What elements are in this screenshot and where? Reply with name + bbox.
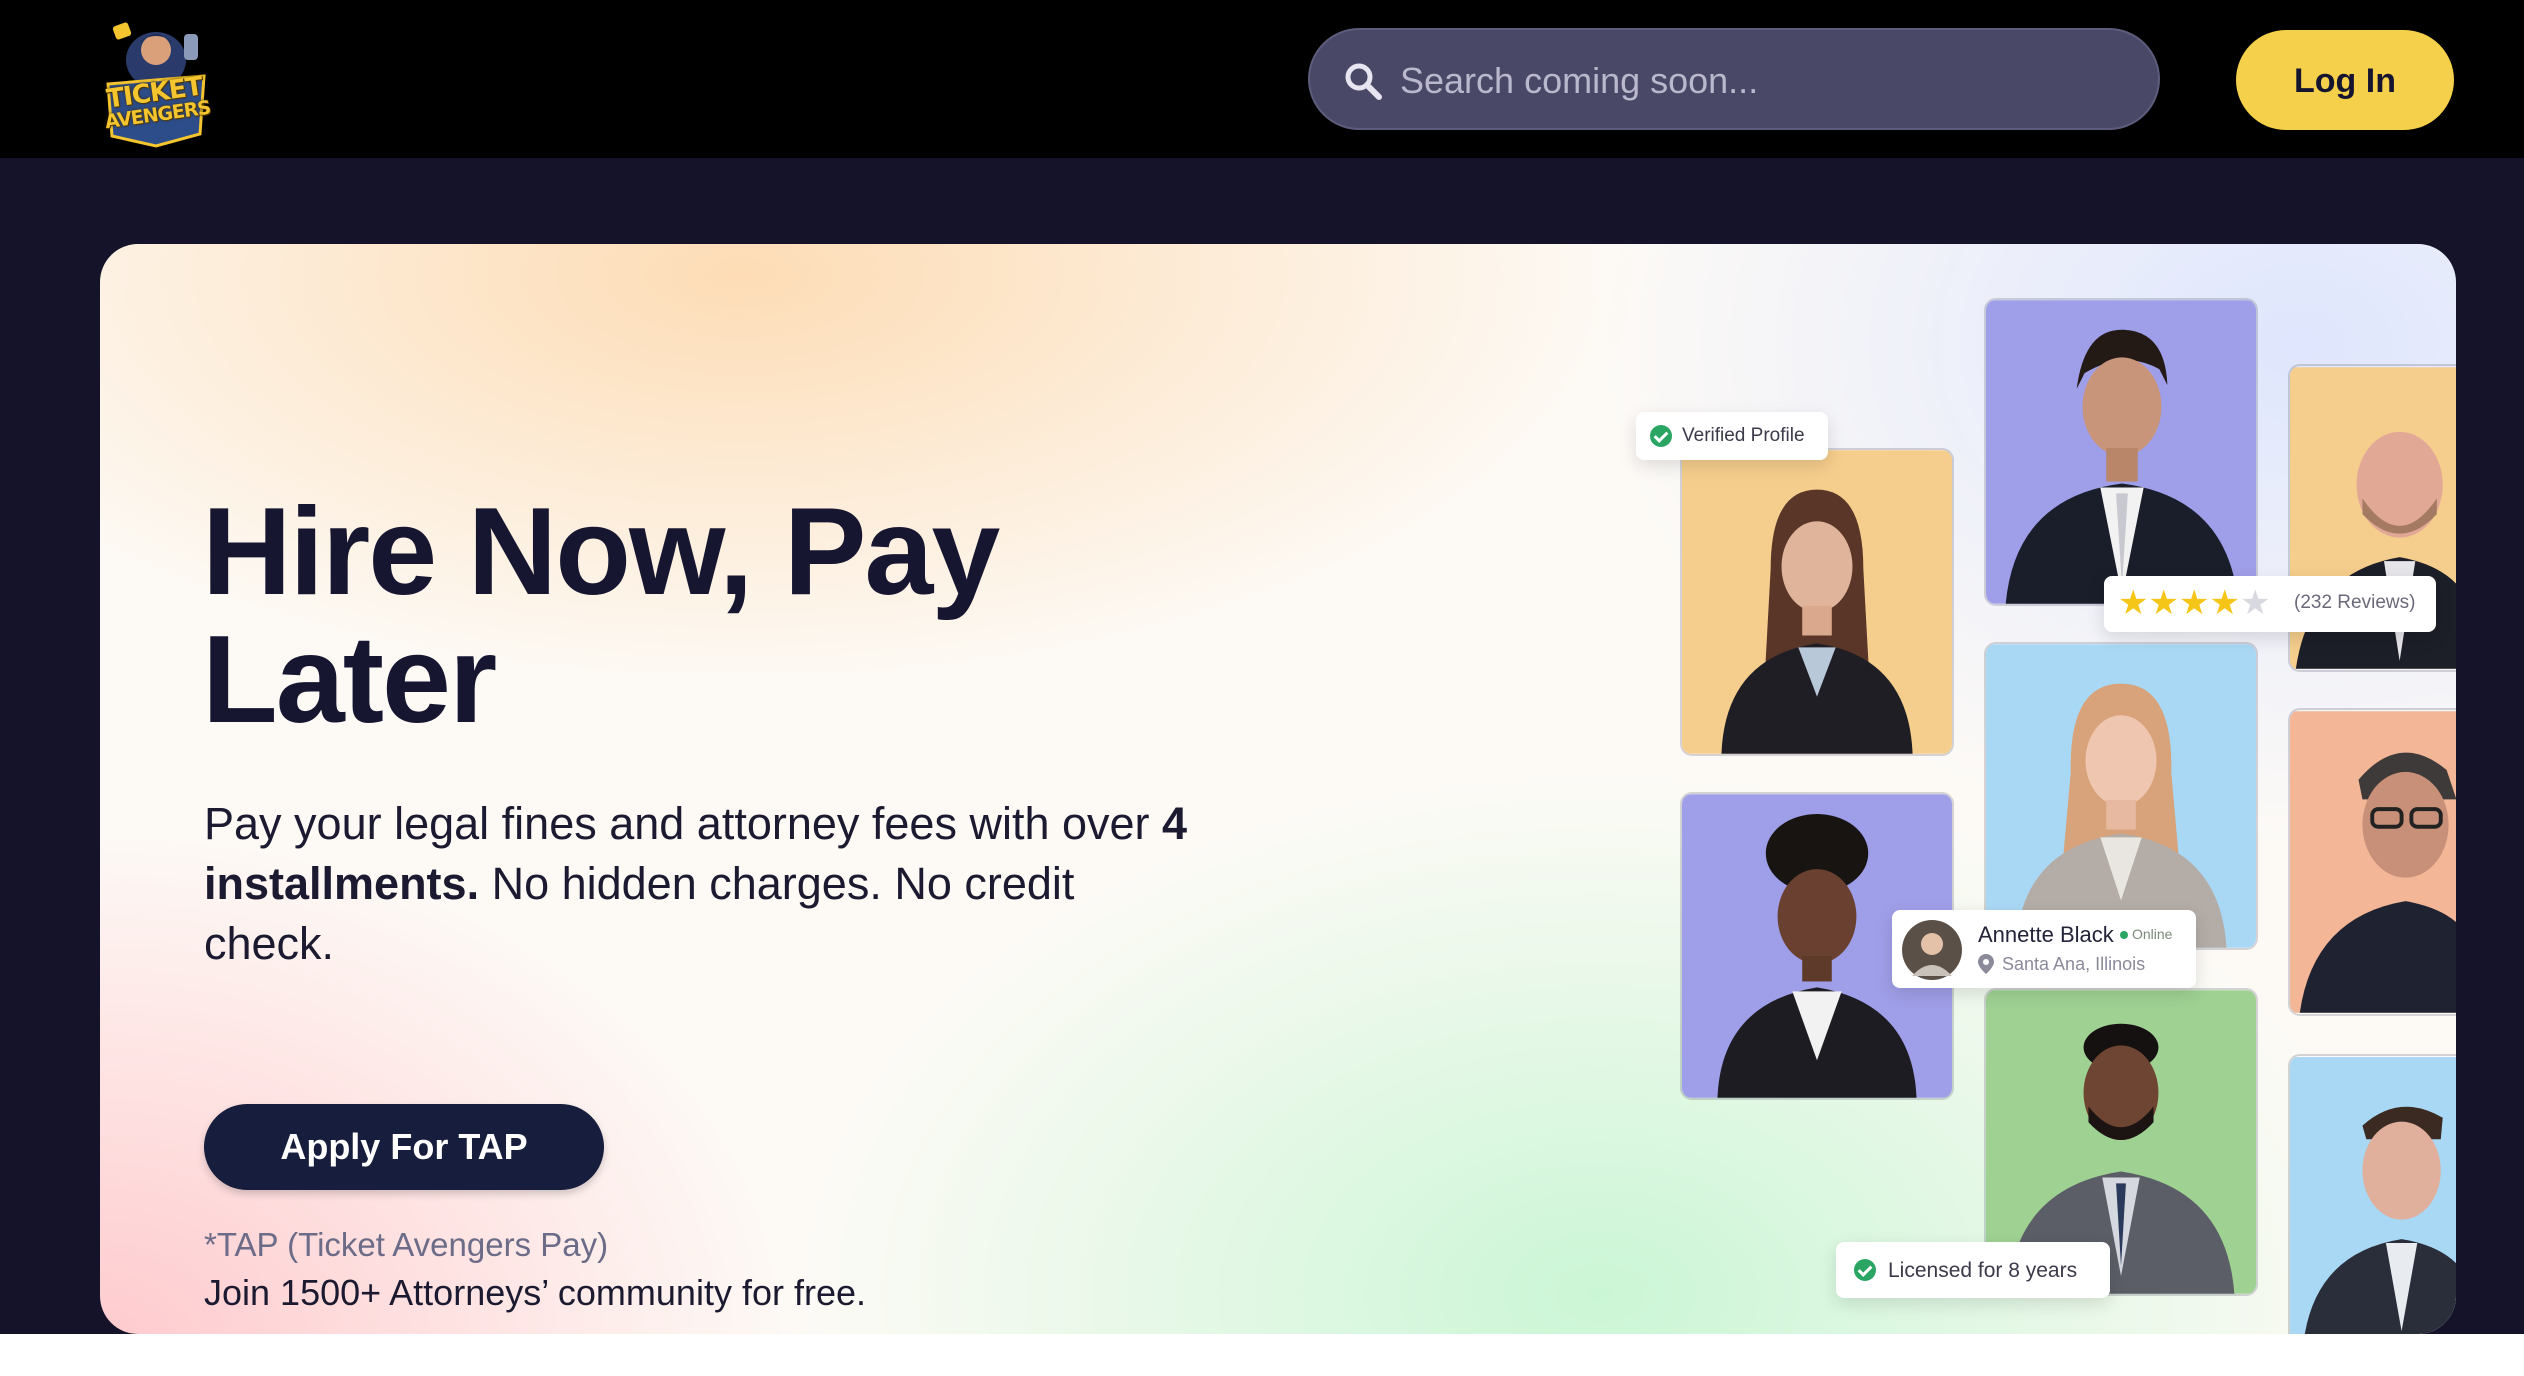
attorney-photo-card-man-4 (2288, 708, 2456, 1016)
top-navigation-bar: TICKET AVENGERS Log In (0, 0, 2524, 158)
hero-headline: Hire Now, Pay Later (202, 483, 1000, 749)
online-dot-icon (2120, 931, 2128, 940)
attorney-name: Annette Black (1978, 922, 2114, 947)
join-community-text: Join 1500+ Attorneys’ community for free… (204, 1272, 866, 1313)
attorney-photo-card-man-5 (2288, 1054, 2456, 1334)
attorney-photo-man-young (2290, 1057, 2456, 1334)
attorney-location: Santa Ana, Illinois (2002, 954, 2146, 974)
star-empty-icon: ★ (2239, 584, 2271, 622)
page-bottom-edge (0, 1334, 2524, 1376)
attorney-photo-man-glasses (2290, 711, 2456, 1013)
licensed-check-icon (1854, 1259, 1876, 1281)
star-rating: ★★★★★ (2118, 586, 2270, 620)
star-filled-icon: ★ (2148, 584, 2179, 622)
tap-footnote: *TAP (Ticket Avengers Pay) (204, 1226, 609, 1263)
search-input[interactable] (1398, 50, 2122, 112)
online-status: Online (2120, 926, 2172, 942)
attorney-photo-card-woman-3 (1984, 642, 2258, 950)
search-bar[interactable] (1308, 28, 2160, 130)
verified-profile-badge: Verified Profile (1636, 412, 1828, 460)
star-filled-icon: ★ (2209, 584, 2240, 622)
online-status-label: Online (2132, 926, 2173, 942)
subtext-part-1: Pay your legal fines and attorney fees w… (204, 798, 1163, 849)
verified-check-icon (1650, 425, 1672, 447)
attorney-photo-woman-brown-hair (1682, 450, 1952, 754)
search-icon (1345, 63, 1382, 100)
review-count: (232 Reviews) (2294, 592, 2416, 613)
licensed-label: Licensed for 8 years (1888, 1259, 2078, 1282)
attorney-photo-card-woman-1 (1680, 448, 1954, 756)
hero-subtext: Pay your legal fines and attorney fees w… (204, 794, 1204, 974)
star-filled-icon: ★ (2118, 584, 2149, 622)
attorney-photo-card-man-1 (1984, 298, 2258, 606)
hero-section: Hire Now, Pay Later Pay your legal fines… (100, 244, 2456, 1334)
ticket-avengers-logo[interactable]: TICKET AVENGERS (100, 14, 212, 148)
apply-for-tap-button[interactable]: Apply For TAP (204, 1104, 604, 1190)
rating-badge: ★★★★★ (232 Reviews) (2104, 576, 2436, 632)
star-filled-icon: ★ (2178, 584, 2210, 622)
attorney-photo-woman-blonde (1986, 644, 2256, 948)
location-pin-icon (1978, 954, 1994, 974)
licensed-years-badge: Licensed for 8 years (1836, 1242, 2110, 1298)
login-button[interactable]: Log In (2236, 30, 2454, 130)
verified-profile-label: Verified Profile (1682, 425, 1805, 446)
attorney-photo-man-suit (1986, 300, 2256, 604)
avatar (1902, 920, 1962, 980)
attorney-profile-badge[interactable]: Annette Black Online Santa Ana, Illinois (1892, 910, 2196, 988)
